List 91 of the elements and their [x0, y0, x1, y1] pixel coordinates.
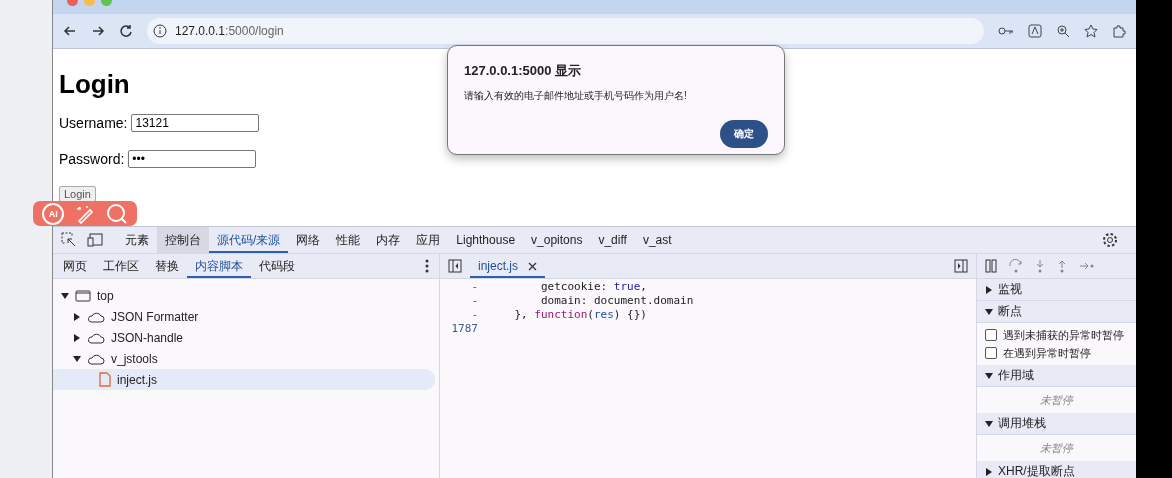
editor-tab[interactable]: inject.js — [470, 254, 545, 278]
expanded-triangle-icon[interactable] — [985, 371, 993, 380]
ok-button[interactable]: 确定 — [720, 120, 768, 148]
devtools-tab[interactable]: 控制台 — [157, 227, 209, 253]
cloud-icon — [87, 352, 105, 365]
section-header[interactable]: XHR/提取断点 — [977, 461, 1136, 478]
address-bar[interactable]: 127.0.0.1:5000/login — [147, 18, 984, 44]
checkbox[interactable] — [985, 347, 997, 359]
section-title: XHR/提取断点 — [998, 463, 1075, 478]
step-over-icon[interactable] — [1009, 259, 1023, 273]
url-text: 127.0.0.1:5000/login — [175, 24, 284, 38]
step-into-icon[interactable] — [1035, 259, 1045, 273]
close-icon[interactable] — [528, 261, 537, 271]
devtools-tab[interactable]: 源代码/来源 — [209, 227, 289, 253]
dialog-title: 127.0.0.1:5000 显示 — [464, 62, 582, 80]
line-number: - — [470, 294, 479, 308]
forward-icon[interactable] — [91, 24, 105, 38]
tree-item[interactable]: v_jstools — [53, 348, 435, 369]
section-title: 作用域 — [998, 367, 1034, 384]
checkbox-label: 遇到未捕获的异常时暂停 — [1003, 327, 1124, 343]
back-icon[interactable] — [63, 24, 77, 38]
file-icon — [99, 372, 111, 387]
more-icon[interactable] — [425, 259, 429, 273]
tree-item[interactable]: inject.js — [53, 369, 435, 390]
magic-pen-icon[interactable] — [75, 203, 95, 224]
checkbox[interactable] — [985, 329, 997, 341]
pause-icon[interactable] — [985, 259, 997, 273]
devtools-tab[interactable]: 内存 — [368, 227, 409, 253]
tree-item[interactable]: JSON Formatter — [53, 306, 435, 327]
collapsed-triangle-icon[interactable] — [985, 285, 993, 294]
collapsed-triangle-icon[interactable] — [985, 467, 993, 476]
section-header[interactable]: 监视 — [977, 279, 1136, 301]
status-note: 未暂停 — [1040, 440, 1073, 456]
dialog-message: 请输入有效的电子邮件地址或手机号码作为用户名! — [464, 89, 687, 103]
line-number: - — [470, 308, 479, 322]
collapsed-triangle-icon[interactable] — [73, 333, 81, 342]
section-title: 断点 — [998, 303, 1022, 320]
section-header[interactable]: 作用域 — [977, 365, 1136, 387]
section-header[interactable]: 调用堆栈 — [977, 413, 1136, 435]
sources-subtab[interactable]: 内容脚本 — [187, 254, 251, 278]
devtools-tab[interactable]: v_ast — [634, 227, 680, 253]
field-label: Username: — [59, 115, 128, 131]
section-title: 调用堆栈 — [998, 415, 1046, 432]
sources-subtab[interactable]: 工作区 — [95, 254, 147, 278]
code-line: getcookie: true, — [539, 280, 647, 294]
section-header[interactable]: 断点 — [977, 301, 1136, 323]
status-note: 未暂停 — [1040, 392, 1073, 408]
devtools-tab[interactable]: 网络 — [288, 227, 329, 253]
devtools-tab[interactable]: Lighthouse — [448, 227, 524, 253]
devtools-tab[interactable]: v_diff — [590, 227, 635, 253]
expanded-triangle-icon[interactable] — [61, 291, 69, 300]
reload-icon[interactable] — [119, 24, 133, 38]
step-icon[interactable] — [1079, 261, 1095, 271]
panel-toggle-icon[interactable] — [954, 259, 968, 273]
cloud-icon — [87, 331, 105, 344]
key-icon[interactable] — [998, 24, 1014, 38]
search-icon[interactable] — [105, 202, 128, 225]
settings-icon[interactable] — [1102, 232, 1118, 248]
sources-subtab[interactable]: 代码段 — [251, 254, 303, 278]
tree-item[interactable]: JSON-handle — [53, 327, 435, 348]
window-icon — [75, 289, 91, 302]
code-line: domain: document.domain — [539, 294, 694, 308]
inspect-icon[interactable] — [61, 232, 77, 248]
info-icon[interactable] — [153, 24, 167, 38]
line-number: - — [470, 280, 479, 294]
line-number: 1787 — [450, 322, 479, 336]
zoom-icon[interactable] — [1056, 24, 1070, 38]
section-title: 监视 — [998, 281, 1022, 298]
devtools-tab[interactable]: 性能 — [328, 227, 369, 253]
expanded-triangle-icon[interactable] — [73, 354, 81, 363]
sources-subtab[interactable]: 替换 — [147, 254, 187, 278]
device-icon[interactable] — [87, 233, 103, 247]
expanded-triangle-icon[interactable] — [985, 419, 993, 428]
devtools-tab[interactable]: 应用 — [408, 227, 449, 253]
page-heading: Login — [59, 69, 130, 100]
checkbox-label: 在遇到异常时暂停 — [1003, 345, 1091, 361]
star-icon[interactable] — [1084, 24, 1098, 38]
login-button[interactable]: Login — [59, 186, 96, 202]
tree-item[interactable]: top — [53, 285, 435, 306]
devtools-tab[interactable]: 元素 — [117, 227, 157, 253]
step-out-icon[interactable] — [1057, 259, 1067, 273]
expanded-triangle-icon[interactable] — [985, 307, 993, 316]
collapsed-triangle-icon[interactable] — [73, 312, 81, 321]
sidebar-toggle-icon[interactable] — [448, 259, 462, 273]
input-field[interactable]: ••• — [128, 150, 257, 168]
sources-subtab[interactable]: 网页 — [55, 254, 95, 278]
input-field[interactable]: 13121 — [131, 114, 260, 132]
devtools-tab[interactable]: v_opitons — [523, 227, 591, 253]
code-line: }, function(res) {}) — [513, 308, 647, 322]
cloud-icon — [87, 310, 105, 323]
field-label: Password: — [59, 151, 125, 167]
